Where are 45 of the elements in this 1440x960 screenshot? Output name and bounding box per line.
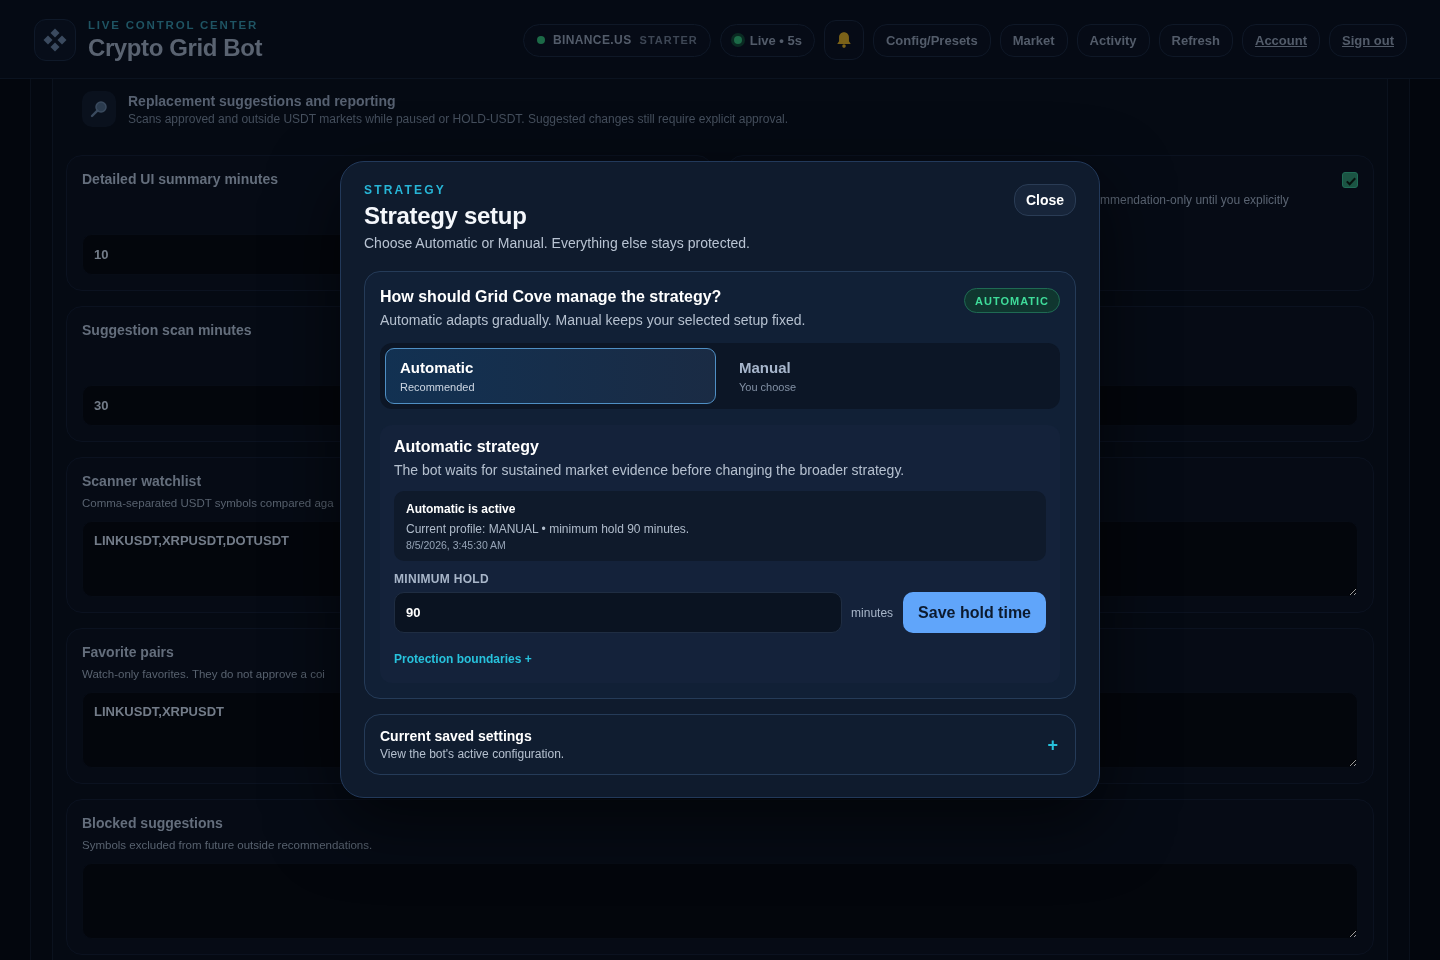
setting-title: Favorite pairs bbox=[82, 643, 174, 662]
modal-eyebrow: STRATEGY bbox=[364, 183, 448, 197]
save-button[interactable]: Save hold time bbox=[903, 592, 1046, 633]
hold-input-field[interactable]: 90 bbox=[394, 592, 843, 633]
section-description: Scans approved and outside USDT markets while paused or HOLD-USDT. Suggested changes still require explicit approval. bbox=[128, 110, 789, 127]
section-title: Replacement suggestions and reporting bbox=[128, 91, 397, 110]
mode-option[interactable]: Automatic Recommended bbox=[385, 348, 716, 404]
notifications-button[interactable] bbox=[823, 20, 864, 60]
status-dot-icon bbox=[733, 36, 742, 44]
setting-title: Blocked suggestions bbox=[82, 814, 223, 833]
saved-settings-description: View the bot's active configuration. bbox=[380, 746, 565, 762]
unit-label: minutes bbox=[851, 605, 894, 620]
live-label: Live • 5s bbox=[749, 32, 802, 48]
search-icon bbox=[82, 91, 116, 127]
setting-description: Watch-only favorites. They do not approve a coi bbox=[82, 667, 325, 682]
setting-description: mmendation-only until you explicitly bbox=[1100, 192, 1289, 208]
strategy-title: Automatic strategy bbox=[394, 437, 540, 457]
expand-button[interactable]: + bbox=[1045, 734, 1060, 755]
checkbox[interactable] bbox=[1342, 172, 1358, 188]
close-button[interactable]: Close bbox=[1013, 184, 1076, 216]
question-hint: Automatic adapts gradually. Manual keeps your selected setup fixed. bbox=[380, 311, 806, 330]
text-area-field[interactable] bbox=[82, 863, 1358, 939]
mode-badge: AUTOMATIC bbox=[964, 288, 1060, 313]
app-title: Crypto Grid Bot bbox=[88, 32, 262, 63]
setting-description: Symbols excluded from future outside recommendations. bbox=[82, 838, 373, 853]
status-dot-icon bbox=[536, 36, 545, 44]
modal-title: Strategy setup bbox=[364, 201, 528, 231]
setting-description: Comma-separated USDT symbols compared aga bbox=[82, 496, 334, 511]
logo-icon bbox=[34, 19, 76, 61]
modal-subtitle: Choose Automatic or Manual. Everything else stays protected. bbox=[364, 234, 750, 253]
protection-boundaries-link[interactable]: Protection boundaries + bbox=[394, 652, 532, 666]
hold-label: MINIMUM HOLD bbox=[394, 572, 490, 586]
mode-option[interactable]: Manual You choose bbox=[724, 348, 1055, 404]
exchange-name: BINANCE.US bbox=[552, 33, 632, 47]
status-detail: Current profile: MANUAL • minimum hold 90 minutes. bbox=[406, 521, 691, 537]
header-eyebrow: LIVE CONTROL CENTER bbox=[88, 17, 260, 32]
question-title: How should Grid Cove manage the strategy? bbox=[380, 287, 723, 307]
setting-title: Suggestion scan minutes bbox=[82, 321, 252, 340]
status-timestamp: 8/5/2026, 3:45:30 AM bbox=[406, 538, 507, 552]
setting-title: Detailed UI summary minutes bbox=[82, 170, 279, 189]
strategy-description: The bot waits for sustained market evidence before changing the broader strategy. bbox=[394, 461, 906, 480]
setting-title: Scanner watchlist bbox=[82, 472, 202, 491]
saved-settings-title: Current saved settings bbox=[380, 727, 533, 745]
status-title: Automatic is active bbox=[406, 501, 517, 517]
plan-label: STARTER bbox=[639, 34, 698, 46]
